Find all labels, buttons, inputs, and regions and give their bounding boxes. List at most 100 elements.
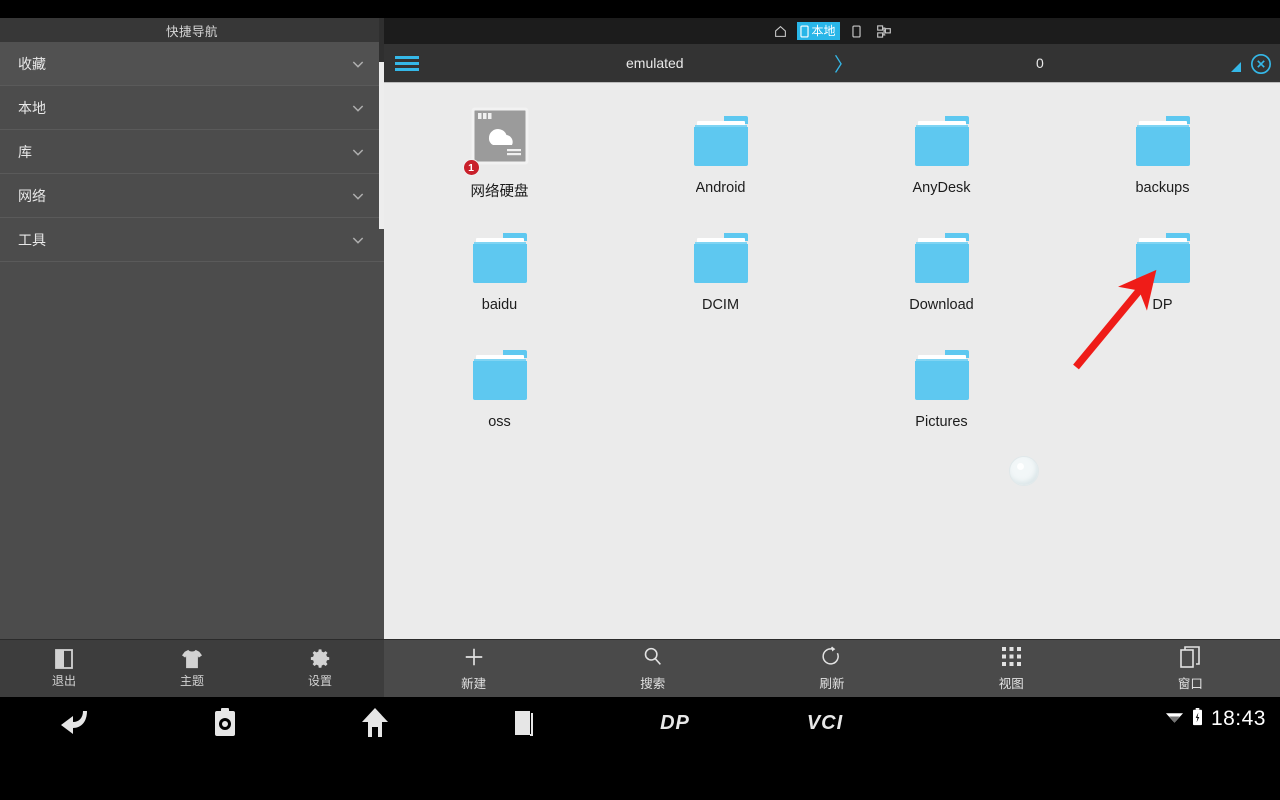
file-item[interactable]: Android [610, 106, 831, 223]
file-name: backups [1135, 180, 1190, 196]
toolbar-button-refresh[interactable]: 刷新 [742, 646, 921, 692]
folder-icon [472, 350, 527, 400]
file-item[interactable]: oss [389, 340, 610, 457]
quick-navigation-sidebar: 快捷导航 收藏本地库网络工具 退出 主题 设置 [0, 18, 384, 697]
toolbar-button-search[interactable]: 搜索 [563, 646, 742, 692]
chevron-down-icon [350, 144, 366, 160]
hamburger-menu-icon[interactable] [384, 53, 430, 74]
sidebar-button-exit-door[interactable]: 退出 [0, 648, 128, 689]
sidebar-item-label: 收藏 [18, 55, 46, 72]
breadcrumb-separator: 〉 [834, 54, 854, 76]
clock: 18:43 [1210, 707, 1266, 730]
camera-icon[interactable] [150, 707, 300, 739]
top-black-strip [0, 0, 1280, 18]
sidebar-toolbar: 退出 主题 设置 [0, 639, 384, 697]
file-item[interactable]: backups [1052, 106, 1273, 223]
file-name: Android [695, 180, 746, 196]
file-name: Pictures [915, 414, 968, 430]
dp-label: DP [660, 711, 690, 734]
sidebar-button-gear[interactable]: 设置 [256, 649, 384, 689]
tab-phone-icon[interactable] [847, 22, 867, 40]
breadcrumb-emulated[interactable]: emulated [626, 44, 684, 82]
android-navigation-bar: DP VCI 18:43 [0, 697, 1280, 800]
vci-wordmark[interactable]: VCI [750, 712, 900, 735]
network-share-icon[interactable] [874, 22, 894, 40]
sidebar-item-label: 库 [18, 143, 32, 160]
screen: 快捷导航 收藏 本地库网络 工具 退出 主题 设置 本地 emulated 〉 … [0, 0, 1280, 800]
file-item[interactable]: DP [1052, 223, 1273, 340]
sidebar-item-4[interactable]: 工具 [0, 218, 384, 262]
file-icon [911, 223, 973, 289]
toolbar-button-window-copy[interactable]: 窗口 [1101, 645, 1280, 692]
sidebar-item-3[interactable]: 网络 [0, 174, 384, 218]
sidebar-button-label: 主题 [179, 673, 204, 688]
vci-label: VCI [806, 711, 844, 734]
sidebar-item-label: 网络 [18, 187, 46, 204]
file-manager-pane: 本地 emulated 〉 0 1 网络硬盘 Android AnyDesk b… [384, 18, 1280, 697]
sidebar-item-1[interactable]: 本地 [0, 86, 384, 130]
tab-strip: 本地 [384, 18, 1280, 44]
sidebar-title: 快捷导航 [0, 18, 384, 42]
toolbar-button-label: 视图 [998, 676, 1024, 691]
toolbar-button-label: 新建 [461, 676, 487, 691]
folder-icon [914, 350, 969, 400]
search-icon [642, 646, 663, 668]
chevron-down-icon [350, 100, 366, 116]
file-name: Download [909, 297, 974, 313]
tab-local-active[interactable]: 本地 [797, 22, 840, 40]
refresh-icon [822, 646, 842, 668]
chevron-down-icon [350, 188, 366, 204]
folder-icon [914, 233, 969, 283]
sidebar-item-0[interactable]: 收藏 [0, 42, 384, 86]
sidebar-button-label: 设置 [307, 673, 332, 688]
toolbar-button-label: 搜索 [640, 676, 666, 691]
sidebar-item-label: 工具 [18, 231, 46, 248]
file-item[interactable]: DCIM [610, 223, 831, 340]
dp-wordmark[interactable]: DP [600, 712, 750, 735]
file-icon: 1 [462, 105, 531, 176]
network-drive-icon: 1 [462, 105, 531, 176]
plus-icon [463, 646, 485, 668]
chevron-down-icon [350, 232, 366, 248]
sidebar-item-2[interactable]: 库 [0, 130, 384, 174]
breadcrumb-zero[interactable]: 0 [1036, 44, 1044, 82]
battery-charging-icon [1192, 707, 1203, 731]
file-item[interactable]: baidu [389, 223, 610, 340]
file-item[interactable]: 1 网络硬盘 [389, 106, 610, 223]
chevron-down-icon [350, 56, 366, 72]
file-name: oss [488, 414, 511, 430]
nav-button-row: DP VCI [0, 697, 900, 749]
file-name: baidu [481, 297, 518, 313]
resize-handle-icon[interactable] [1231, 60, 1242, 76]
badge-count: 1 [462, 159, 480, 176]
file-grid-area: 1 网络硬盘 Android AnyDesk backups baidu DCIM Downl… [384, 82, 1280, 697]
home-icon[interactable] [300, 707, 450, 739]
back-arrow-icon[interactable] [0, 708, 150, 738]
sidebar-nav-list: 收藏本地库网络工具 [0, 42, 384, 262]
file-icon [1132, 223, 1194, 289]
file-icon [1132, 106, 1194, 172]
exit-door-icon [55, 648, 73, 669]
toolbar-button-label: 刷新 [819, 676, 845, 691]
address-bar: emulated 〉 0 [384, 44, 1280, 82]
sidebar-button-tshirt[interactable]: 主题 [128, 649, 256, 689]
file-icon [469, 340, 531, 406]
recents-icon[interactable] [450, 707, 600, 739]
file-icon [690, 223, 752, 289]
file-item[interactable]: AnyDesk [831, 106, 1052, 223]
home-icon[interactable] [770, 22, 790, 40]
file-name: AnyDesk [912, 180, 971, 196]
file-item[interactable]: Download [831, 223, 1052, 340]
toolbar-button-grid-view[interactable]: 视图 [922, 646, 1101, 692]
folder-icon [914, 116, 969, 166]
status-tray: 18:43 [1165, 707, 1266, 731]
pane-toolbar: 新建 搜索 刷新 视图 窗口 [384, 639, 1280, 697]
file-icon [469, 223, 531, 289]
tshirt-icon [181, 649, 203, 669]
file-item[interactable]: Pictures [831, 340, 1052, 457]
close-circle-icon[interactable] [1250, 53, 1272, 75]
folder-icon [1135, 116, 1190, 166]
toolbar-button-plus[interactable]: 新建 [384, 646, 563, 692]
file-grid: 1 网络硬盘 Android AnyDesk backups baidu DCIM Downl… [384, 83, 1280, 457]
tab-local-label: 本地 [811, 24, 836, 38]
